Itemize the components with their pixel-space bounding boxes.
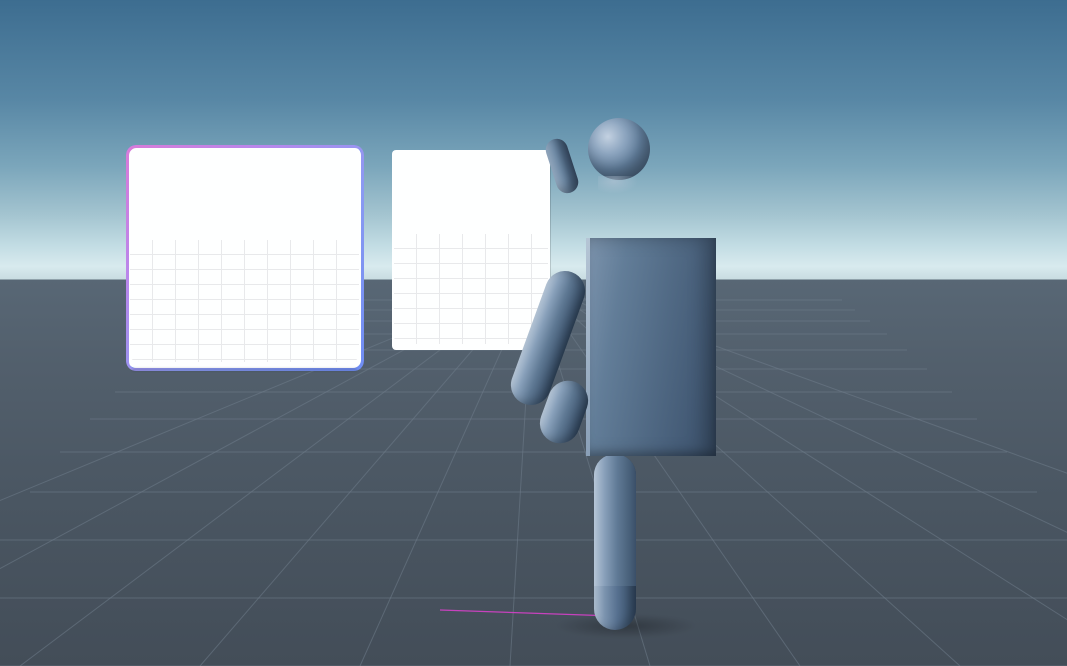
scene-viewport[interactable]: [0, 0, 1067, 666]
character-neck-highlight: [598, 176, 638, 194]
character-head: [588, 118, 650, 180]
ui-canvas-left[interactable]: [126, 145, 363, 370]
character-torso: [586, 238, 716, 456]
panel-shadow: [132, 368, 357, 371]
character[interactable]: [526, 118, 726, 638]
character-ear: [543, 136, 581, 196]
panel-grid-reflection: [130, 240, 359, 362]
panel-grid-reflection: [394, 234, 548, 344]
character-leg-upper: [594, 454, 636, 586]
